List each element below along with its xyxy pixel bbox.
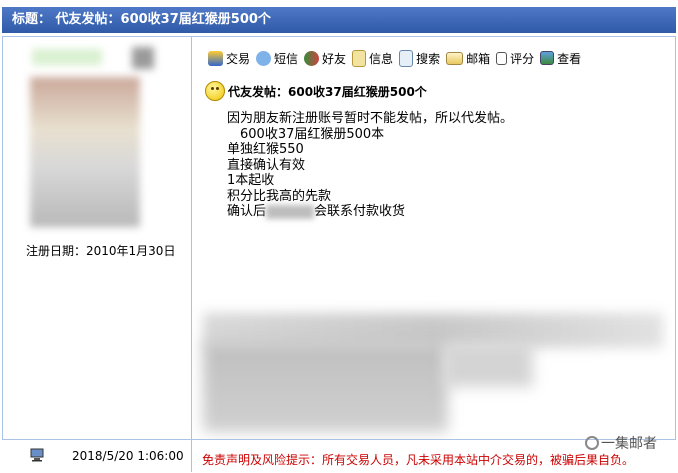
- search-icon: [399, 49, 414, 67]
- username-blur: [32, 49, 102, 65]
- computer-icon: [30, 448, 44, 462]
- view-icon: [540, 51, 555, 65]
- footer-left: 2018/5/20 1:06:00: [2, 440, 192, 472]
- post-line: 600收37届红猴册500本: [227, 126, 385, 142]
- watermark-logo-icon: [585, 436, 599, 450]
- toolbar-friends[interactable]: 好友: [304, 50, 346, 67]
- post-line: 因为朋友新注册账号暂时不能发帖，所以代发帖。: [227, 111, 514, 126]
- info-icon: [352, 49, 367, 67]
- post-title: 代友发帖：600收37届红猴册500个: [205, 81, 427, 101]
- title-label: 标题：: [12, 12, 52, 27]
- toolbar-view[interactable]: 查看: [540, 50, 581, 67]
- toolbar-mail[interactable]: 邮箱: [446, 50, 490, 67]
- friends-icon: [304, 50, 320, 66]
- toolbar-info[interactable]: 信息: [352, 49, 393, 67]
- post-footer: 2018/5/20 1:06:00 免责声明及风险提示：所有交易人员，凡未采用本…: [2, 439, 676, 472]
- registration-date: 注册日期：2010年1月30日: [26, 244, 176, 258]
- disclaimer: 免责声明及风险提示：所有交易人员，凡未采用本站中介交易的，被骗后果自负。: [202, 453, 635, 467]
- post-line: 单独红猴550: [227, 142, 304, 157]
- rate-icon: [496, 51, 508, 65]
- post-body: 因为朋友新注册账号暂时不能发帖，所以代发帖。 600收37届红猴册500本 单独…: [227, 111, 513, 220]
- toolbar-rate[interactable]: 评分: [496, 50, 534, 67]
- redacted-blur: [266, 204, 315, 219]
- signature-blur-2: [203, 342, 448, 432]
- avatar-blur: [30, 77, 140, 227]
- user-panel: 注册日期：2010年1月30日: [2, 37, 192, 439]
- thread-title: 标题： 代友发帖：600收37届红猴册500个: [2, 7, 676, 33]
- toolbar-search[interactable]: 搜索: [399, 49, 440, 67]
- toolbar-trade[interactable]: 交易: [208, 50, 250, 67]
- post-content: 交易 短信 好友 信息 搜索 邮箱 评分 查看 代友发帖：600收37届红猴册5…: [193, 37, 676, 439]
- post-line-confirm: 确认后 会联系付款收货: [227, 204, 406, 219]
- post-line: 直接确认有效: [227, 157, 306, 173]
- message-icon: [256, 50, 272, 66]
- mail-icon: [446, 51, 464, 65]
- post-toolbar: 交易 短信 好友 信息 搜索 邮箱 评分 查看: [208, 48, 587, 68]
- smiley-icon: [205, 81, 225, 101]
- title-text: 代友发帖：600收37届红猴册500个: [55, 12, 271, 27]
- shield-icon: [208, 50, 223, 66]
- toolbar-message[interactable]: 短信: [256, 50, 298, 67]
- watermark: 一集邮者: [585, 433, 657, 453]
- title-bar: 标题： 代友发帖：600收37届红猴册500个: [0, 0, 678, 38]
- post-line: 1本起收: [227, 173, 275, 188]
- post-time: 2018/5/20 1:06:00: [72, 449, 184, 463]
- signature-blur-3: [443, 342, 533, 387]
- icon-blur: [132, 47, 154, 69]
- post-line: 积分比我高的先款: [227, 188, 332, 204]
